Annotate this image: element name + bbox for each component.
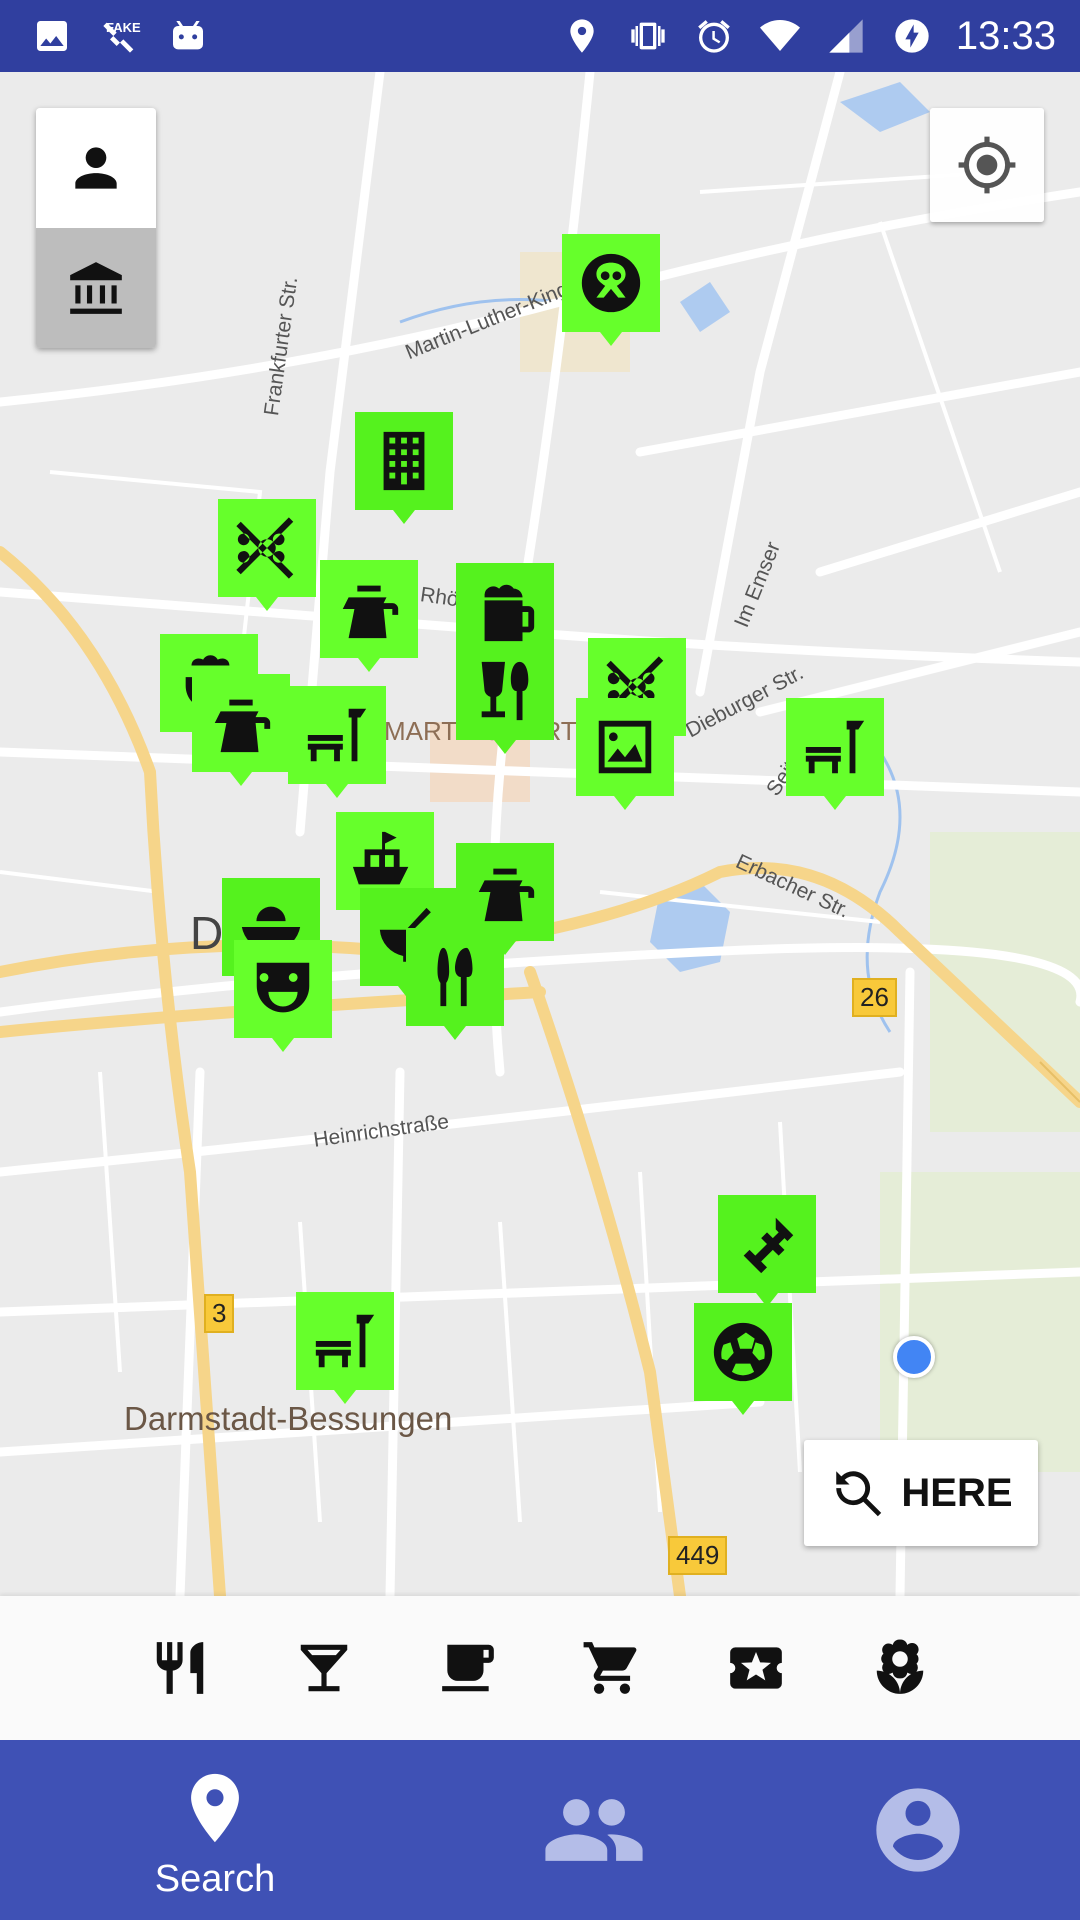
signal-icon — [824, 14, 868, 58]
marker-kettle[interactable] — [456, 843, 554, 955]
status-time: 13:33 — [955, 13, 1056, 58]
status-bar: FAKE 13:33 — [0, 0, 1080, 72]
marker-building[interactable] — [355, 412, 453, 524]
category-shopping[interactable] — [581, 1637, 643, 1699]
location-pin-icon — [191, 1773, 239, 1842]
fake-gps-label: FAKE — [106, 20, 141, 35]
marker-bench[interactable] — [296, 1292, 394, 1404]
road-shield: 3 — [204, 1294, 235, 1333]
beer-icon — [484, 584, 535, 642]
nav-profile[interactable] — [818, 1740, 1018, 1920]
marker-pretzel[interactable] — [562, 234, 660, 346]
marker-cutlery[interactable] — [406, 928, 504, 1040]
marker-skewer[interactable] — [218, 499, 316, 611]
cafe-icon — [442, 1644, 494, 1692]
category-bar-drinks[interactable] — [293, 1637, 355, 1699]
here-label: HERE — [901, 1470, 1013, 1515]
glass-cutlery-icon — [481, 661, 529, 721]
people-icon — [545, 1799, 643, 1861]
pretzel-icon — [581, 253, 641, 313]
ticket-icon — [730, 1647, 782, 1689]
dumbbell-icon — [743, 1217, 794, 1274]
kettle-icon — [478, 868, 535, 922]
bench-icon — [805, 720, 865, 774]
restaurant-icon — [156, 1642, 204, 1694]
museum-icon — [70, 262, 122, 314]
kettle-icon — [342, 585, 399, 639]
status-left-icons: FAKE — [30, 0, 210, 72]
user-location-dot — [893, 1336, 935, 1378]
person-layer-button[interactable] — [36, 108, 156, 228]
location-icon — [560, 14, 604, 58]
person-icon — [75, 147, 117, 189]
kettle-icon — [214, 699, 271, 753]
flower-icon — [876, 1639, 924, 1694]
map-view[interactable]: Martin-Luther-King- Frankfurter Str. Rhö… — [0, 72, 1080, 1596]
fake-gps-icon: FAKE — [98, 14, 142, 58]
theater-icon — [256, 962, 310, 1013]
cutlery-icon — [437, 947, 473, 1007]
marker-glass-cutlery[interactable] — [456, 642, 554, 754]
road-shield: 26 — [852, 978, 897, 1017]
bottom-navigation: Search — [0, 1740, 1080, 1920]
skewer-icon — [236, 517, 294, 579]
vibrate-icon — [626, 14, 670, 58]
area-label: Darmstadt-Bessungen — [124, 1400, 453, 1437]
wifi-icon — [758, 14, 802, 58]
road-shield: 449 — [668, 1536, 728, 1575]
my-location-icon — [958, 136, 1016, 194]
my-location-button[interactable] — [930, 108, 1044, 222]
category-nature[interactable] — [869, 1637, 931, 1699]
status-right-icons: 13:33 — [560, 0, 1056, 72]
marker-dumbbell[interactable] — [718, 1195, 816, 1307]
marker-kettle[interactable] — [320, 560, 418, 672]
bar-icon — [300, 1644, 348, 1692]
soccer-icon — [713, 1322, 773, 1382]
ship-icon — [352, 831, 409, 885]
marker-theater[interactable] — [234, 940, 332, 1052]
category-events[interactable] — [725, 1637, 787, 1699]
building-icon — [383, 431, 425, 491]
picture-icon — [598, 720, 652, 774]
bench-icon — [315, 1314, 375, 1368]
marker-soccer[interactable] — [694, 1303, 792, 1415]
marker-kettle[interactable] — [192, 674, 290, 786]
category-restaurant[interactable] — [149, 1637, 211, 1699]
bench-icon — [307, 708, 367, 762]
nav-friends[interactable] — [494, 1740, 694, 1920]
marker-picture[interactable] — [576, 698, 674, 810]
search-refresh-icon — [836, 1471, 882, 1517]
image-icon — [30, 14, 74, 58]
marker-bench[interactable] — [786, 698, 884, 810]
nav-search-label: Search — [154, 1857, 276, 1900]
alarm-icon — [692, 14, 736, 58]
category-cafe[interactable] — [437, 1637, 499, 1699]
layer-toggle — [36, 108, 156, 348]
search-here-button[interactable]: HERE — [804, 1440, 1038, 1546]
account-icon — [876, 1788, 960, 1872]
robot-icon — [166, 14, 210, 58]
category-bar — [0, 1596, 1080, 1740]
shopping-cart-icon — [583, 1642, 637, 1694]
battery-charging-icon — [890, 14, 934, 58]
marker-bench[interactable] — [288, 686, 386, 798]
nav-search[interactable]: Search — [115, 1740, 315, 1920]
museum-layer-button[interactable] — [36, 228, 156, 348]
